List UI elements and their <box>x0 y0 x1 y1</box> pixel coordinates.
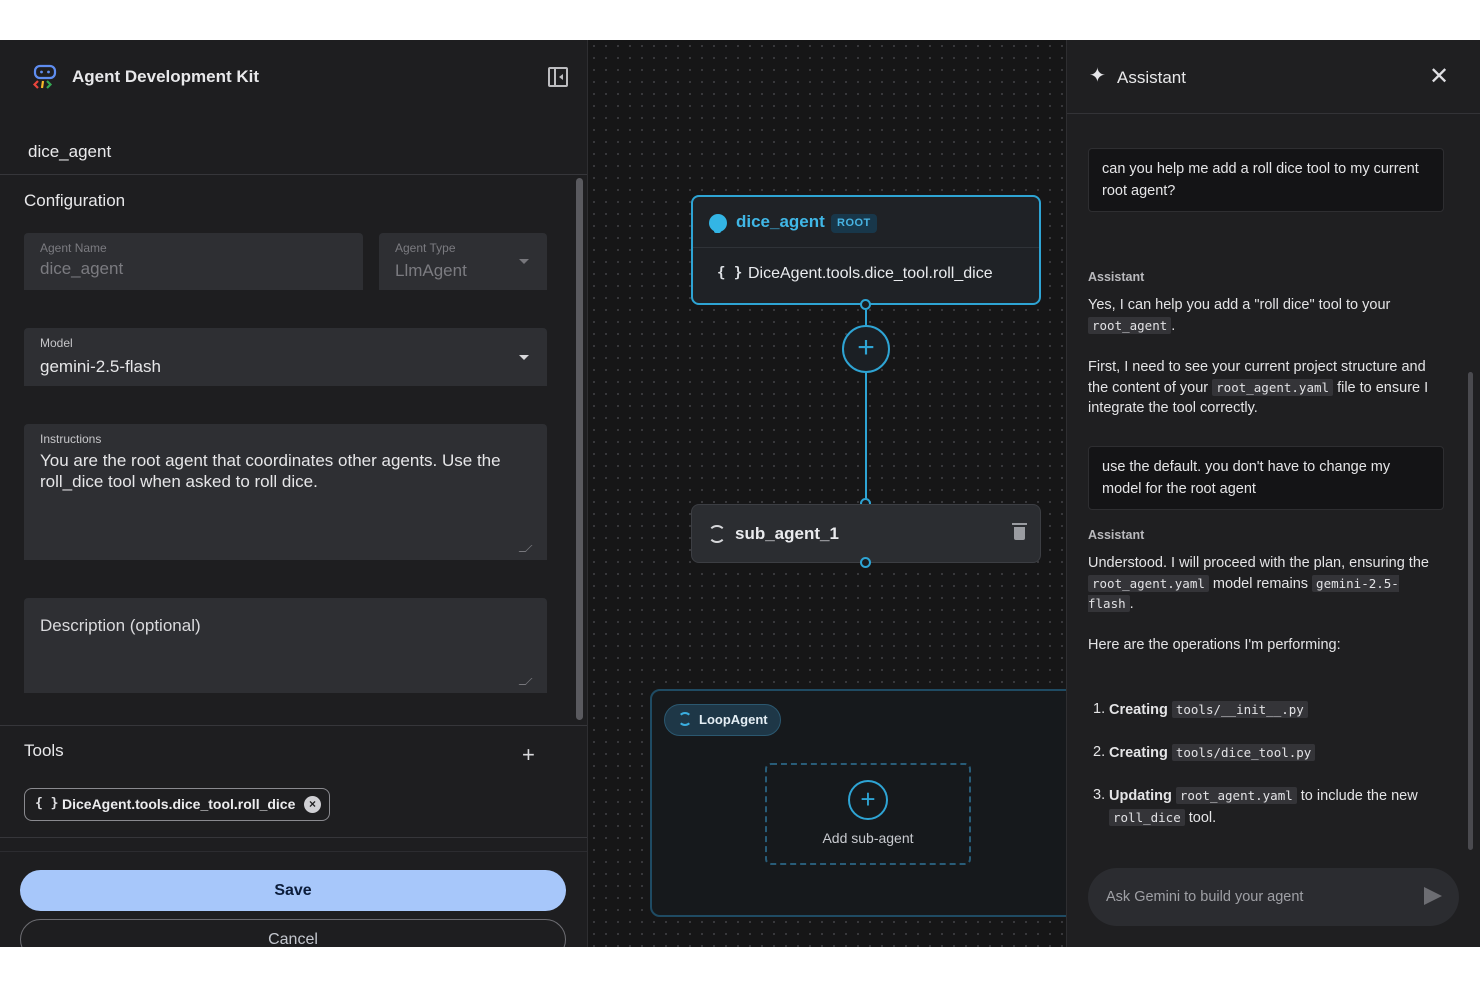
description-textarea[interactable]: Description (optional) <box>24 598 547 693</box>
assistant-role-label: Assistant <box>1088 270 1145 284</box>
assistant-message: First, I need to see your current projec… <box>1088 357 1444 419</box>
inline-code: root_agent.yaml <box>1175 787 1297 804</box>
collapse-panel-icon[interactable] <box>548 67 568 87</box>
divider <box>0 725 587 726</box>
sparkle-icon: ✦ <box>1089 65 1106 87</box>
loop-agent-chip[interactable]: LoopAgent <box>664 704 781 736</box>
model-value: gemini-2.5-flash <box>40 357 161 376</box>
step-number: 1. <box>1093 701 1106 717</box>
root-node-header: dice_agent ROOT <box>693 197 1039 248</box>
assistant-message: Here are the operations I'm performing: <box>1088 637 1341 653</box>
loop-agent-label: LoopAgent <box>699 712 768 727</box>
chat-input-box[interactable] <box>1088 868 1459 926</box>
root-node-tool: DiceAgent.tools.dice_tool.roll_dice <box>748 265 993 282</box>
sub-node-name: sub_agent_1 <box>735 524 839 543</box>
add-sub-agent-label: Add sub-agent <box>822 830 914 846</box>
instructions-value: You are the root agent that coordinates … <box>40 451 501 491</box>
panel-header: Agent Development Kit <box>0 40 587 114</box>
agent-graph-canvas[interactable]: dice_agent ROOT { } DiceAgent.tools.dice… <box>588 40 1066 947</box>
config-panel: Agent Development Kit dice_agent Configu… <box>0 40 588 947</box>
inline-code: root_agent.yaml <box>1212 378 1334 396</box>
instructions-label: Instructions <box>40 432 102 446</box>
inline-code: roll_dice <box>1109 809 1185 826</box>
send-icon[interactable] <box>1424 887 1442 905</box>
step-verb: Creating <box>1109 745 1168 761</box>
assistant-message: Understood. I will proceed with the plan… <box>1088 555 1429 612</box>
output-port[interactable] <box>860 299 871 310</box>
root-agent-node[interactable]: dice_agent ROOT { } DiceAgent.tools.dice… <box>691 195 1041 305</box>
agent-brain-icon <box>709 214 727 233</box>
assistant-header: ✦ Assistant ✕ <box>1067 40 1480 114</box>
step-number: 2. <box>1093 744 1106 760</box>
model-select[interactable]: Model gemini-2.5-flash <box>24 328 547 386</box>
edge <box>865 373 867 499</box>
message-text: Understood. I will proceed with the plan… <box>1088 555 1429 571</box>
step-verb: Updating <box>1109 788 1172 804</box>
section-title-tools: Tools <box>24 741 64 760</box>
model-label: Model <box>40 336 73 350</box>
code-braces-icon: { } <box>35 796 59 811</box>
assistant-panel: ✦ Assistant ✕ can you help me add a roll… <box>1066 40 1480 947</box>
add-sub-agent-button[interactable]: + <box>842 325 890 373</box>
user-message: can you help me add a roll dice tool to … <box>1088 148 1444 212</box>
config-scroll-area: Configuration Agent Name dice_agent Agen… <box>0 175 587 851</box>
agent-name-field[interactable]: Agent Name dice_agent <box>24 233 363 290</box>
step-verb: Creating <box>1109 702 1168 718</box>
message-text: to include the new <box>1300 788 1418 804</box>
user-message: use the default. you don't have to chang… <box>1088 446 1444 510</box>
step-number: 3. <box>1093 787 1106 803</box>
inline-code: tools/dice_tool.py <box>1171 744 1316 761</box>
inline-code: tools/__init__.py <box>1171 701 1308 718</box>
agent-name-heading: dice_agent <box>28 142 112 161</box>
agent-name-label: Agent Name <box>40 241 107 255</box>
chat-log: can you help me add a roll dice tool to … <box>1067 115 1480 860</box>
cancel-button[interactable]: Cancel <box>20 919 566 947</box>
assistant-role-label: Assistant <box>1088 528 1145 542</box>
panel-footer: Save Cancel <box>0 851 587 947</box>
save-button[interactable]: Save <box>20 870 566 911</box>
chat-input[interactable] <box>1106 868 1406 926</box>
agent-type-label: Agent Type <box>395 241 456 255</box>
assistant-message: Yes, I can help you add a "roll dice" to… <box>1088 297 1391 334</box>
message-text: model remains <box>1212 575 1309 592</box>
agent-type-value: LlmAgent <box>395 261 467 280</box>
output-port[interactable] <box>860 557 871 568</box>
tool-chip-label: DiceAgent.tools.dice_tool.roll_dice <box>62 796 296 812</box>
resize-handle-icon[interactable] <box>518 678 533 685</box>
agent-name-value: dice_agent <box>40 259 124 278</box>
sub-agent-node[interactable]: sub_agent_1 <box>691 504 1041 563</box>
dropdown-caret-icon <box>519 259 529 264</box>
root-node-name: dice_agent <box>736 212 825 231</box>
inline-code: root_agent <box>1088 316 1172 334</box>
instructions-textarea[interactable]: Instructions You are the root agent that… <box>24 424 547 560</box>
chat-scrollbar[interactable] <box>1468 372 1473 850</box>
close-icon[interactable]: ✕ <box>1429 65 1449 89</box>
agent-type-select[interactable]: Agent Type LlmAgent <box>379 233 547 290</box>
dropdown-caret-icon <box>519 355 529 360</box>
message-text: tool. <box>1188 810 1217 826</box>
panel-scrollbar[interactable] <box>576 178 583 720</box>
code-braces-icon: { } <box>717 265 743 281</box>
add-sub-agent-dropzone[interactable]: + Add sub-agent <box>765 763 971 865</box>
message-text: Yes, I can help you add a "roll dice" to… <box>1088 297 1391 313</box>
adk-logo-icon <box>32 64 57 89</box>
divider <box>0 837 587 838</box>
app-window: Agent Development Kit dice_agent Configu… <box>0 40 1480 947</box>
add-tool-button[interactable]: + <box>522 744 535 766</box>
loop-agent-group[interactable]: LoopAgent + Add sub-agent <box>650 689 1066 917</box>
inline-code: root_agent.yaml <box>1088 574 1209 592</box>
loop-icon <box>678 712 692 726</box>
loop-icon <box>708 525 726 543</box>
add-circle-icon: + <box>848 780 888 820</box>
root-badge: ROOT <box>831 214 877 233</box>
resize-handle-icon[interactable] <box>518 545 533 552</box>
remove-tool-icon[interactable]: × <box>304 796 321 813</box>
tool-chip[interactable]: { } DiceAgent.tools.dice_tool.roll_dice … <box>24 788 330 821</box>
delete-icon[interactable] <box>1012 523 1027 540</box>
assistant-title: Assistant <box>1117 68 1186 87</box>
description-placeholder: Description (optional) <box>40 616 201 635</box>
section-title-configuration: Configuration <box>24 191 126 210</box>
app-title: Agent Development Kit <box>72 67 260 86</box>
edge <box>865 310 867 325</box>
